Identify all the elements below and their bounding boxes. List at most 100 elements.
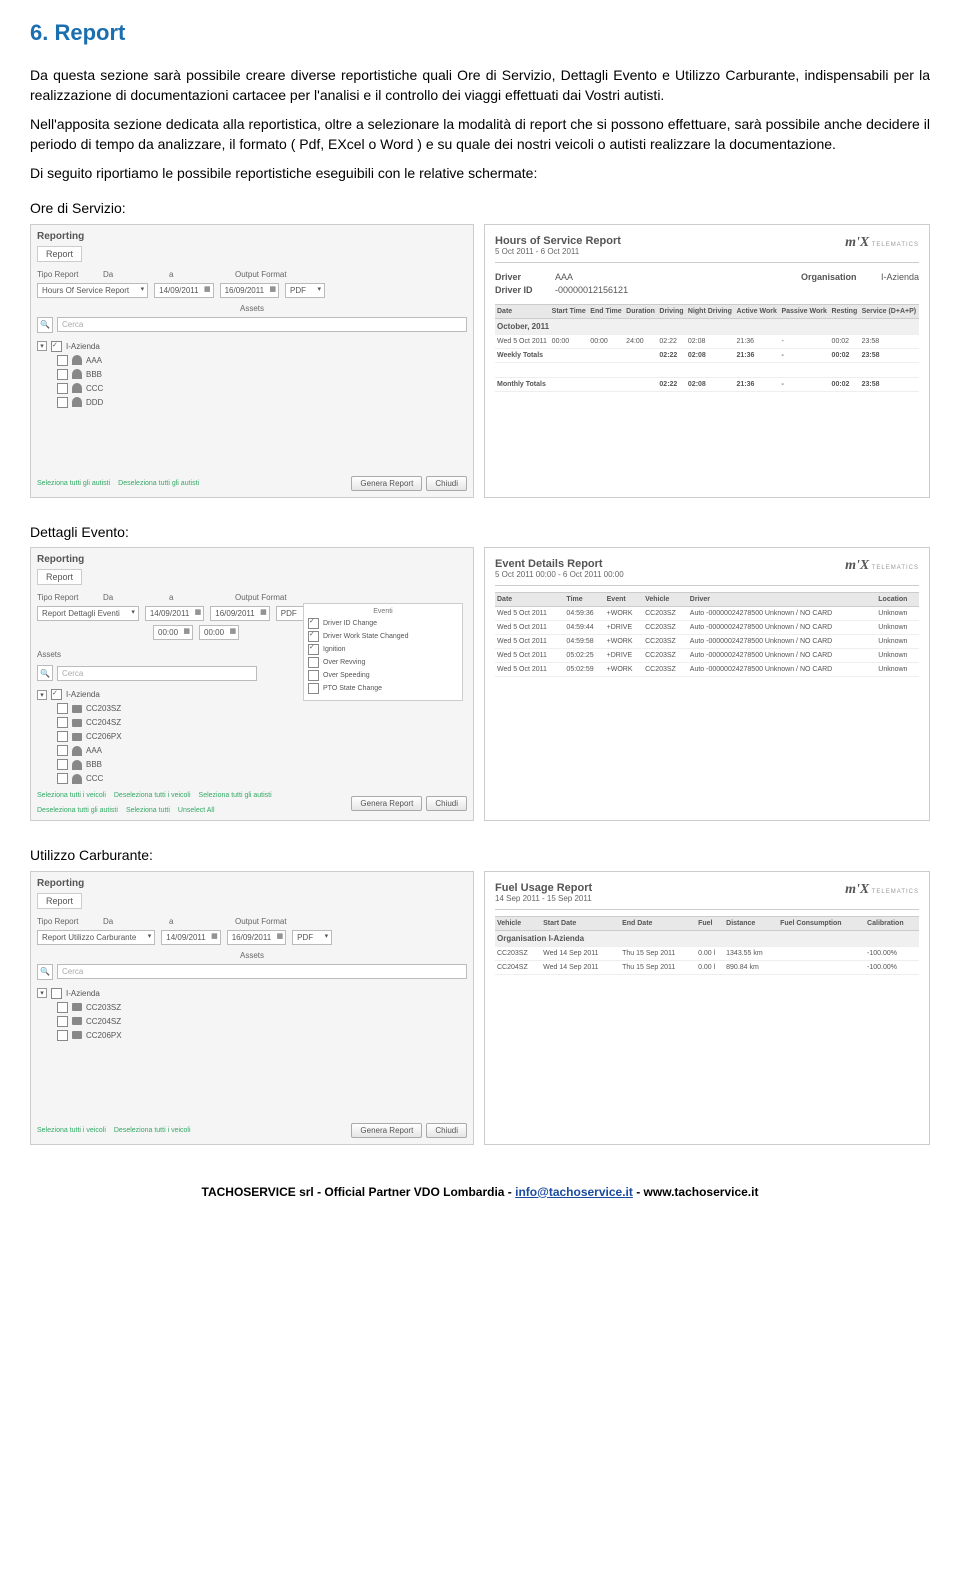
tree-item-driver-4[interactable]: DDD [57, 397, 467, 408]
tree-toggle-icon[interactable]: ▾ [37, 690, 47, 700]
tree-root[interactable]: ▾ I-Azienda [37, 341, 467, 352]
checkbox-org[interactable] [51, 988, 62, 999]
c: Auto -00000024278500 Unknown / NO CARD [688, 635, 876, 649]
search-input[interactable]: Cerca [57, 964, 467, 979]
checkbox[interactable] [57, 1002, 68, 1013]
tree-item-driver-2[interactable]: BBB [57, 759, 257, 770]
col: End Date [620, 916, 696, 930]
tree-item-vehicle-3[interactable]: CC206PX [57, 731, 257, 742]
link-select-all-vehicles[interactable]: Seleziona tutti i veicoli [37, 1127, 106, 1134]
checkbox[interactable] [57, 383, 68, 394]
c: Thu 15 Sep 2011 [620, 960, 696, 974]
tree-root[interactable]: ▾ I-Azienda [37, 988, 467, 999]
checkbox[interactable] [308, 657, 319, 668]
c: CC203SZ [643, 649, 688, 663]
date-from[interactable]: 14/09/2011 [154, 283, 213, 298]
monthly-label: Monthly Totals [495, 377, 550, 391]
checkbox[interactable] [308, 683, 319, 694]
date-from[interactable]: 14/09/2011 [161, 930, 220, 945]
date-to[interactable]: 16/09/2011 [220, 283, 279, 298]
ev-item-4[interactable]: Over Revving [308, 657, 458, 668]
tree-item-vehicle-1[interactable]: CC203SZ [57, 1002, 467, 1013]
checkbox[interactable] [57, 759, 68, 770]
tree-toggle-icon[interactable]: ▾ [37, 341, 47, 351]
link-unselect-all[interactable]: Unselect All [178, 807, 215, 814]
tree-item-driver-3[interactable]: CCC [57, 773, 257, 784]
link-select-all-drivers[interactable]: Seleziona tutti gli autisti [199, 792, 272, 799]
tree-item-driver-1[interactable]: AAA [57, 745, 257, 756]
checkbox[interactable] [57, 1030, 68, 1041]
c: Auto -00000024278500 Unknown / NO CARD [688, 621, 876, 635]
fuel-report-preview: Fuel Usage Report 14 Sep 2011 - 15 Sep 2… [484, 871, 930, 1145]
truck-icon [72, 1017, 82, 1025]
checkbox[interactable] [57, 1016, 68, 1027]
search-icon[interactable]: 🔍 [37, 317, 53, 333]
date-to[interactable]: 16/09/2011 [227, 930, 286, 945]
tree-item-vehicle-2[interactable]: CC204SZ [57, 717, 257, 728]
checkbox[interactable] [308, 631, 319, 642]
tree-item-driver-1[interactable]: AAA [57, 355, 467, 366]
tree-item-vehicle-2[interactable]: CC204SZ [57, 1016, 467, 1027]
checkbox[interactable] [57, 745, 68, 756]
checkbox[interactable] [57, 369, 68, 380]
c: CC203SZ [495, 946, 541, 960]
dropdown-report-type[interactable]: Report Utilizzo Carburante [37, 930, 155, 945]
dropdown-format[interactable]: PDF [292, 930, 332, 945]
search-icon[interactable]: 🔍 [37, 964, 53, 980]
tree-item-driver-2[interactable]: BBB [57, 369, 467, 380]
checkbox[interactable] [57, 773, 68, 784]
link-deselect-all-drivers[interactable]: Deseleziona tutti gli autisti [37, 807, 118, 814]
checkbox[interactable] [308, 618, 319, 629]
report-tab[interactable]: Report [37, 893, 82, 909]
ev-item-6[interactable]: PTO State Change [308, 683, 458, 694]
checkbox[interactable] [57, 731, 68, 742]
btn-generate[interactable]: Genera Report [351, 796, 422, 811]
checkbox-org[interactable] [51, 341, 62, 352]
link-select-all-vehicles[interactable]: Seleziona tutti i veicoli [37, 792, 106, 799]
date-from[interactable]: 14/09/2011 [145, 606, 204, 621]
tree-item-vehicle-3[interactable]: CC206PX [57, 1030, 467, 1041]
btn-close[interactable]: Chiudi [426, 796, 467, 811]
footer-email-link[interactable]: info@tachoservice.it [515, 1185, 633, 1199]
ev-item-3[interactable]: Ignition [308, 644, 458, 655]
link-deselect-all-vehicles[interactable]: Deseleziona tutti i veicoli [114, 1127, 191, 1134]
link-select-all-drivers[interactable]: Seleziona tutti gli autisti [37, 480, 110, 487]
link-select-all[interactable]: Seleziona tutti [126, 807, 170, 814]
vehicle-name: CC206PX [86, 1031, 122, 1040]
link-deselect-all-drivers[interactable]: Deseleziona tutti gli autisti [118, 480, 199, 487]
checkbox[interactable] [308, 644, 319, 655]
ev-item-5[interactable]: Over Speeding [308, 670, 458, 681]
tree-item-vehicle-1[interactable]: CC203SZ [57, 703, 257, 714]
btn-close[interactable]: Chiudi [426, 476, 467, 491]
cell: 02:08 [686, 334, 735, 348]
tree-toggle-icon[interactable]: ▾ [37, 988, 47, 998]
btn-generate[interactable]: Genera Report [351, 1123, 422, 1138]
btn-close[interactable]: Chiudi [426, 1123, 467, 1138]
checkbox-org[interactable] [51, 689, 62, 700]
ev-item-1[interactable]: Driver ID Change [308, 618, 458, 629]
search-input[interactable]: Cerca [57, 666, 257, 681]
search-input[interactable]: Cerca [57, 317, 467, 332]
dropdown-report-type[interactable]: Hours Of Service Report [37, 283, 148, 298]
checkbox[interactable] [57, 397, 68, 408]
tree-root[interactable]: ▾ I-Azienda [37, 689, 257, 700]
checkbox[interactable] [57, 703, 68, 714]
report-tab[interactable]: Report [37, 569, 82, 585]
dropdown-format[interactable]: PDF [285, 283, 325, 298]
checkbox[interactable] [308, 670, 319, 681]
tree-item-driver-3[interactable]: CCC [57, 383, 467, 394]
date-to[interactable]: 16/09/2011 [210, 606, 269, 621]
dropdown-report-type[interactable]: Report Dettagli Eventi [37, 606, 139, 621]
checkbox[interactable] [57, 717, 68, 728]
checkbox[interactable] [57, 355, 68, 366]
search-icon[interactable]: 🔍 [37, 665, 53, 681]
btn-generate[interactable]: Genera Report [351, 476, 422, 491]
person-icon [72, 355, 82, 365]
link-deselect-all-vehicles[interactable]: Deseleziona tutti i veicoli [114, 792, 191, 799]
report-tab[interactable]: Report [37, 246, 82, 262]
time-to[interactable]: 00:00 [199, 625, 239, 640]
time-from[interactable]: 00:00 [153, 625, 193, 640]
ev-item-2[interactable]: Driver Work State Changed [308, 631, 458, 642]
col: Date [495, 593, 564, 607]
person-icon [72, 746, 82, 756]
